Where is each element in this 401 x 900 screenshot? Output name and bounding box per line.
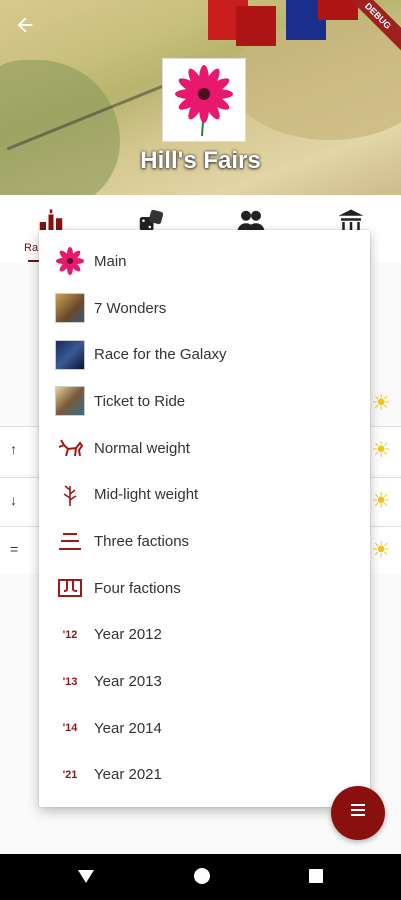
menu-item-label: Mid-light weight	[94, 486, 199, 504]
arrow-up-icon: ↑	[10, 441, 17, 457]
page-title: Hill's Fairs	[140, 147, 261, 174]
three-icon	[55, 526, 85, 556]
header-banner: DEBUG Hill's Fairs	[0, 0, 401, 195]
nav-back-button[interactable]	[76, 866, 96, 891]
menu-item-main[interactable]: Main	[39, 238, 370, 285]
year-badge: '14	[62, 722, 78, 735]
sun-icon: ☀	[371, 537, 391, 562]
game-box-icon	[55, 339, 85, 370]
nav-recents-button[interactable]	[306, 866, 326, 891]
system-navigation-bar	[0, 854, 401, 900]
menu-item-normal-weight[interactable]: Normal weight	[39, 425, 370, 472]
menu-item-year-2021[interactable]: '21 Year 2021	[39, 752, 370, 799]
tab-label-ranking: Ra	[24, 242, 39, 254]
menu-item-year-2012[interactable]: '12 Year 2012	[39, 612, 370, 659]
menu-fab-button[interactable]	[331, 786, 385, 840]
menu-icon	[351, 804, 365, 816]
game-box-icon	[55, 386, 85, 417]
nav-home-button[interactable]	[192, 866, 212, 891]
menu-item-label: Three factions	[94, 532, 190, 550]
arrow-left-icon	[17, 17, 33, 33]
menu-item-label: Main	[94, 252, 127, 270]
group-logo	[162, 58, 246, 142]
year-badge: '12	[62, 628, 78, 641]
back-button[interactable]	[14, 14, 42, 42]
menu-item-ticket-to-ride[interactable]: Ticket to Ride	[39, 378, 370, 425]
year-badge: '21	[62, 768, 78, 781]
menu-item-four-factions[interactable]: Four factions	[39, 565, 370, 612]
home-circle-icon	[194, 868, 210, 884]
sun-icon: ☀	[371, 390, 391, 415]
filter-dropdown-menu: Main 7 Wonders Race for the Galaxy Ticke…	[39, 230, 370, 807]
menu-item-7-wonders[interactable]: 7 Wonders	[39, 285, 370, 332]
equals-icon: =	[10, 541, 19, 557]
menu-item-three-factions[interactable]: Three factions	[39, 518, 370, 565]
menu-item-label: Normal weight	[94, 439, 190, 457]
feather-icon	[55, 480, 85, 510]
red-cube	[318, 0, 358, 20]
animal-icon	[55, 433, 85, 463]
flower-icon	[175, 65, 233, 137]
arrow-down-icon: ↓	[10, 492, 17, 508]
game-box-icon	[55, 293, 85, 324]
sun-icon: ☀	[371, 488, 391, 513]
menu-item-mid-light-weight[interactable]: Mid-light weight	[39, 471, 370, 518]
menu-item-label: Race for the Galaxy	[94, 346, 227, 364]
recents-square-icon	[309, 869, 323, 883]
four-icon	[55, 573, 85, 603]
menu-item-race-for-the-galaxy[interactable]: Race for the Galaxy	[39, 331, 370, 378]
menu-item-label: Year 2021	[94, 766, 162, 784]
menu-item-year-2013[interactable]: '13 Year 2013	[39, 658, 370, 705]
red-cube	[236, 6, 276, 46]
app-screen: DEBUG Hill's Fairs Ra ☀ ↑ ☀ ↓ ☀ = ☀ Main…	[0, 0, 401, 900]
menu-item-year-2014[interactable]: '14 Year 2014	[39, 705, 370, 752]
menu-item-label: Year 2013	[94, 673, 162, 691]
flower-icon	[55, 246, 85, 276]
sun-icon: ☀	[371, 437, 391, 462]
menu-item-label: Year 2014	[94, 719, 162, 737]
menu-item-label: Year 2012	[94, 626, 162, 644]
menu-item-label: Four factions	[94, 579, 181, 597]
back-triangle-icon	[78, 870, 94, 883]
year-badge: '13	[62, 675, 78, 688]
menu-item-label: Ticket to Ride	[94, 392, 186, 410]
menu-item-label: 7 Wonders	[94, 299, 167, 317]
